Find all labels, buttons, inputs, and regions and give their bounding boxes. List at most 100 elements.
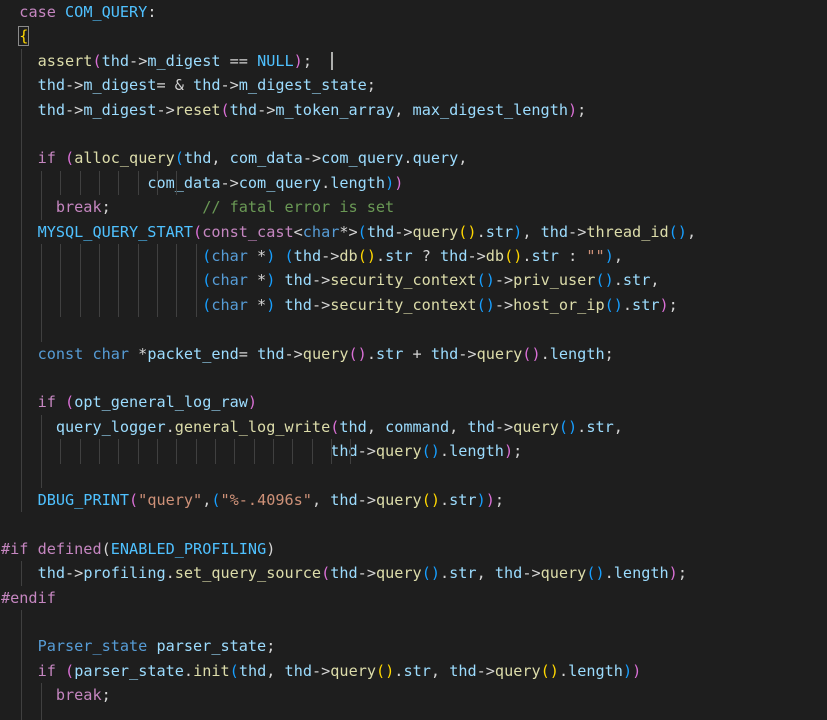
code-token: ( [321, 564, 331, 583]
code-line[interactable]: (char *) (thd->db().str ? thd->db().str … [0, 244, 827, 269]
code-token: () [595, 271, 614, 290]
code-token: () [586, 564, 605, 583]
code-token: break [55, 686, 102, 705]
code-token: + [403, 344, 431, 363]
indent-guide [176, 268, 177, 293]
indent-guide [176, 170, 177, 196]
code-token: str [449, 491, 477, 509]
code-line[interactable]: thd->profiling.set_query_source(thd->que… [0, 561, 827, 586]
indent-guide [157, 439, 158, 464]
code-token: . [183, 661, 194, 680]
code-line[interactable]: { [0, 24, 827, 48]
code-token: () [348, 344, 367, 363]
code-line[interactable]: const char *packet_end= thd->query().str… [0, 341, 827, 366]
indent-guide [80, 244, 81, 269]
code-token: -> [220, 173, 239, 192]
code-line[interactable]: MYSQL_QUERY_START(const_cast<char*>(thd-… [0, 219, 827, 244]
indent-guide [292, 439, 293, 464]
code-line[interactable]: (char *) thd->security_context()->priv_u… [0, 268, 827, 293]
indent-guide [21, 658, 22, 684]
code-line[interactable] [0, 122, 827, 147]
code-token: ) [485, 491, 495, 509]
code-line[interactable]: DBUG_PRINT("query",("%-.4096s", thd->que… [0, 488, 827, 513]
code-token: . [613, 271, 623, 290]
code-token: query [375, 442, 422, 461]
code-token: . [376, 247, 386, 265]
code-token: "%-.4096s" [220, 491, 312, 509]
code-line[interactable]: case COM_QUERY: [0, 0, 827, 24]
code-editor[interactable]: case COM_QUERY: { assert(thd->m_digest =… [0, 0, 827, 720]
indent-guide [21, 73, 22, 98]
indent-guide [80, 268, 81, 293]
code-line[interactable]: #endif [0, 586, 827, 610]
code-token: "" [586, 247, 605, 265]
indent-guide [21, 610, 22, 635]
code-line[interactable]: com_data->com_query.length)) [0, 170, 827, 196]
code-line[interactable] [0, 512, 827, 536]
indent-guide [41, 268, 42, 293]
code-token: security_context [330, 295, 477, 314]
code-line[interactable]: if (alloc_query(thd, com_data->com_query… [0, 146, 827, 171]
code-token: opt_general_log_raw [74, 393, 248, 412]
code-line[interactable] [0, 610, 827, 635]
code-token: query [412, 149, 459, 168]
indent-guide [21, 488, 22, 513]
code-token: , [476, 564, 495, 583]
code-token: char [211, 247, 248, 265]
code-token: . [622, 295, 633, 314]
indent-guide [196, 292, 197, 318]
code-token: -> [522, 564, 541, 583]
code-line[interactable] [0, 707, 827, 720]
code-token: , [202, 491, 212, 509]
code-line[interactable]: Parser_state parser_state; [0, 634, 827, 659]
code-token: m_digest [83, 100, 157, 119]
indent-guide [118, 244, 119, 269]
indent-guide [21, 170, 22, 196]
code-line[interactable]: (char *) thd->security_context()->host_o… [0, 292, 827, 318]
code-line[interactable]: thd->m_digest= & thd->m_digest_state; [0, 73, 827, 98]
text-cursor [331, 51, 333, 70]
code-line[interactable] [0, 366, 827, 391]
code-token: thread_id [586, 222, 669, 241]
indent-guide [21, 97, 22, 122]
code-line[interactable]: break; [0, 683, 827, 708]
code-line[interactable] [0, 317, 827, 342]
code-token: ; [513, 442, 523, 461]
code-token: thd [193, 76, 221, 95]
code-line[interactable]: #if defined(ENABLED_PROFILING) [0, 537, 827, 561]
code-line[interactable]: assert(thd->m_digest == NULL); [0, 48, 827, 74]
code-token: ) [394, 173, 404, 192]
code-token: ; [266, 637, 276, 656]
code-token: char [302, 222, 340, 241]
code-line[interactable]: thd->query().length); [0, 439, 827, 464]
code-line[interactable]: if (opt_general_log_raw) [0, 390, 827, 415]
indent-guide [41, 463, 42, 488]
code-token: parser_state [74, 661, 184, 680]
indent-guide [21, 195, 22, 220]
code-token: () [458, 222, 477, 241]
code-token: const [37, 344, 84, 363]
indent-guide [254, 439, 255, 464]
indent-guide [41, 414, 42, 440]
code-token: < [293, 222, 303, 241]
code-line[interactable]: break; // fatal error is set [0, 195, 827, 220]
code-token: . [403, 149, 413, 168]
code-token: () [540, 661, 559, 680]
code-token: thd [257, 344, 285, 363]
code-line[interactable]: if (parser_state.init(thd, thd->query().… [0, 658, 827, 684]
code-line[interactable]: thd->m_digest->reset(thd->m_token_array,… [0, 97, 827, 122]
indent-guide [118, 292, 119, 318]
code-line[interactable]: query_logger.general_log_write(thd, comm… [0, 414, 827, 440]
code-token: -> [494, 271, 514, 290]
code-token: MYSQL_QUERY_START [37, 222, 194, 241]
code-line[interactable] [0, 463, 827, 488]
